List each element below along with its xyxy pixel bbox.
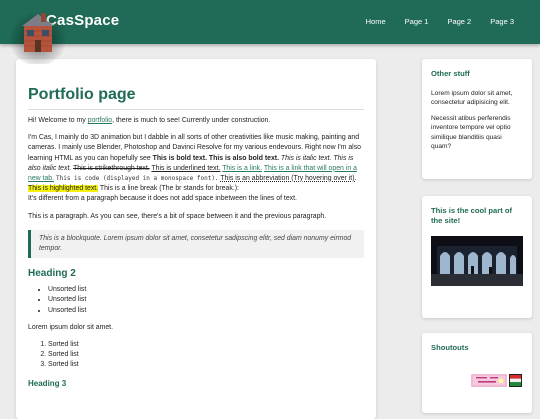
sidebar-text: Necessit atibus perferendis inventore te… xyxy=(431,114,511,151)
shoutout-flag-badge[interactable] xyxy=(509,374,522,387)
list-item: Unsorted list xyxy=(48,306,364,316)
highlighted-text: This is highlighted text. xyxy=(28,185,99,193)
nav-page3-link[interactable]: Page 3 xyxy=(490,17,514,26)
sidebar-text: Lorem ipsum dolor sit amet, consectetur … xyxy=(431,90,513,107)
unsorted-list: Unsorted list Unsorted list Unsorted lis… xyxy=(28,285,364,316)
nav-page1-link[interactable]: Page 1 xyxy=(405,17,429,26)
underlined-text: This is underlined text. xyxy=(151,164,221,172)
list-item: Sorted list xyxy=(48,340,364,350)
main-nav: Home Page 1 Page 2 Page 3 xyxy=(347,17,514,26)
shoutout-badges xyxy=(471,374,522,387)
list-item: Sorted list xyxy=(48,360,364,370)
example-link[interactable]: This is a link. xyxy=(222,165,262,172)
heading-3: Heading 3 xyxy=(28,378,67,388)
nav-home-link[interactable]: Home xyxy=(366,17,386,26)
sidebar-shoutouts: Shoutouts xyxy=(422,333,532,413)
blockquote: This is a blockquote. Lorem ipsum dolor … xyxy=(28,229,364,259)
shoutout-badge-image[interactable] xyxy=(471,374,507,387)
italic-text: This is italic text. xyxy=(280,154,332,162)
strikethrough-text: This is strikethrough text. xyxy=(73,164,150,172)
heading-2: Heading 2 xyxy=(28,268,76,280)
nav-page2-link[interactable]: Page 2 xyxy=(447,17,471,26)
abbreviation-text[interactable]: This is an abbreviation (Try hovering ov… xyxy=(220,175,356,182)
sidebar-title: Shoutouts xyxy=(431,343,469,352)
brick-house-logo[interactable] xyxy=(8,4,68,64)
bold-text-2: This is also bold text. xyxy=(208,154,279,162)
sidebar-title: Other stuff xyxy=(431,69,470,78)
text-formatting-paragraph: I'm Cas, I mainly do 3D animation but I … xyxy=(28,133,364,204)
sidebar-other-stuff: Other stuff Lorem ipsum dolor sit amet, … xyxy=(422,59,532,179)
list-item: Sorted list xyxy=(48,350,364,360)
intro-text-start: Hi! Welcome to my xyxy=(28,117,88,124)
intro-paragraph: Hi! Welcome to my portfolio, there is mu… xyxy=(28,116,364,126)
bold-text: This is bold text. xyxy=(152,154,207,162)
line-break-text: This is a line break (The br stands for … xyxy=(99,185,239,193)
list-item: Unsorted list xyxy=(48,295,364,305)
code-text: This is code (displayed in a monospace f… xyxy=(55,175,219,183)
lorem-paragraph: Lorem ipsum dolor sit amet. xyxy=(28,323,114,331)
arches-photo xyxy=(431,236,523,286)
sorted-list: Sorted list Sorted list Sorted list xyxy=(28,340,364,371)
paragraph-3: This is a paragraph. As you can see, the… xyxy=(28,212,327,220)
sidebar-cool-part: This is the cool part of the site! xyxy=(422,196,532,318)
top-navbar: CasSpace Home Page 1 Page 2 Page 3 xyxy=(0,0,540,44)
page-title: Portfolio page xyxy=(28,85,364,110)
intro-text-end: , there is much to see! Currently under … xyxy=(112,117,271,124)
portfolio-link[interactable]: portfolio xyxy=(88,117,113,124)
main-content-card: Portfolio page Hi! Welcome to my portfol… xyxy=(16,59,376,419)
sidebar-title: This is the cool part of the site! xyxy=(431,206,513,225)
list-item: Unsorted list xyxy=(48,285,364,295)
after-break-text: It's different from a paragraph because … xyxy=(28,195,297,203)
